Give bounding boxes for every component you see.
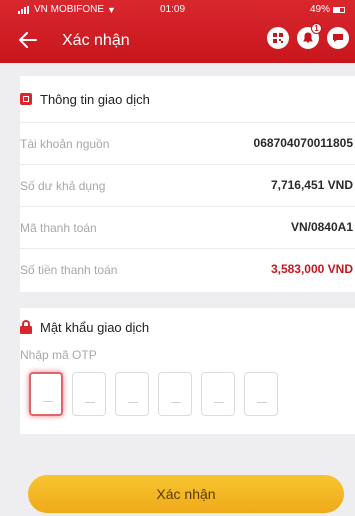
info-row-source-account: Tài khoản nguồn 068704070011805 [20, 122, 355, 164]
otp-digit-6[interactable] [244, 372, 278, 416]
header-actions: 1 [267, 23, 349, 49]
notification-icon[interactable]: 1 [297, 23, 322, 49]
otp-digit-5[interactable] [201, 372, 235, 416]
lock-icon [20, 320, 32, 334]
notification-badge: 1 [311, 23, 322, 34]
transaction-info-header: Thông tin giao dịch [20, 76, 355, 122]
info-row-payment-amount: Số tiền thanh toán 3,583,000 VND [20, 248, 355, 290]
info-row-value: 7,716,451 VND [270, 178, 353, 192]
info-row-label: Số dư khả dụng [20, 179, 106, 193]
info-row-payment-code: Mã thanh toán VN/0840A1 [20, 206, 355, 248]
otp-label: Nhập mã OTP [20, 348, 97, 362]
chat-icon[interactable] [327, 27, 349, 49]
battery-info: 49% [310, 4, 345, 15]
signal-icon [18, 5, 29, 14]
otp-input-group [29, 372, 278, 416]
transaction-info-card: Thông tin giao dịch Tài khoản nguồn 0687… [20, 76, 355, 292]
otp-section-title: Mật khẩu giao dịch [40, 319, 150, 335]
qr-icon[interactable] [267, 27, 289, 49]
otp-digit-3[interactable] [115, 372, 149, 416]
otp-digit-2[interactable] [72, 372, 106, 416]
info-row-value: VN/0840A1 [290, 220, 353, 234]
otp-card: Mật khẩu giao dịch Nhập mã OTP [20, 308, 355, 434]
carrier-info: VN MOBIFONE ▼ [18, 4, 116, 15]
battery-icon [333, 6, 345, 13]
info-row-value: 068704070011805 [253, 136, 353, 150]
transaction-info-title: Thông tin giao dịch [40, 91, 150, 107]
status-bar: VN MOBIFONE ▼ 01:09 49% [0, 0, 355, 18]
carrier-name: VN MOBIFONE [34, 4, 105, 15]
info-row-label: Số tiền thanh toán [20, 263, 118, 277]
otp-header: Mật khẩu giao dịch [20, 308, 355, 346]
status-time: 01:09 [160, 4, 186, 15]
info-row-label: Mã thanh toán [20, 221, 97, 235]
otp-digit-4[interactable] [158, 372, 192, 416]
info-row-available-balance: Số dư khả dụng 7,716,451 VND [20, 164, 355, 206]
app-header: VN MOBIFONE ▼ 01:09 49% Xác nhận 1 [0, 0, 355, 63]
otp-digit-1[interactable] [29, 372, 63, 416]
info-icon [20, 93, 32, 105]
page-title: Xác nhận [62, 32, 130, 49]
back-arrow-icon[interactable] [16, 28, 40, 52]
nav-bar: Xác nhận 1 [0, 22, 355, 60]
wifi-icon: ▼ [107, 4, 116, 15]
info-row-value: 3,583,000 VND [270, 262, 353, 276]
confirm-button[interactable]: Xác nhận [28, 475, 344, 513]
battery-percent: 49% [309, 4, 330, 15]
info-row-label: Tài khoản nguồn [20, 137, 110, 151]
